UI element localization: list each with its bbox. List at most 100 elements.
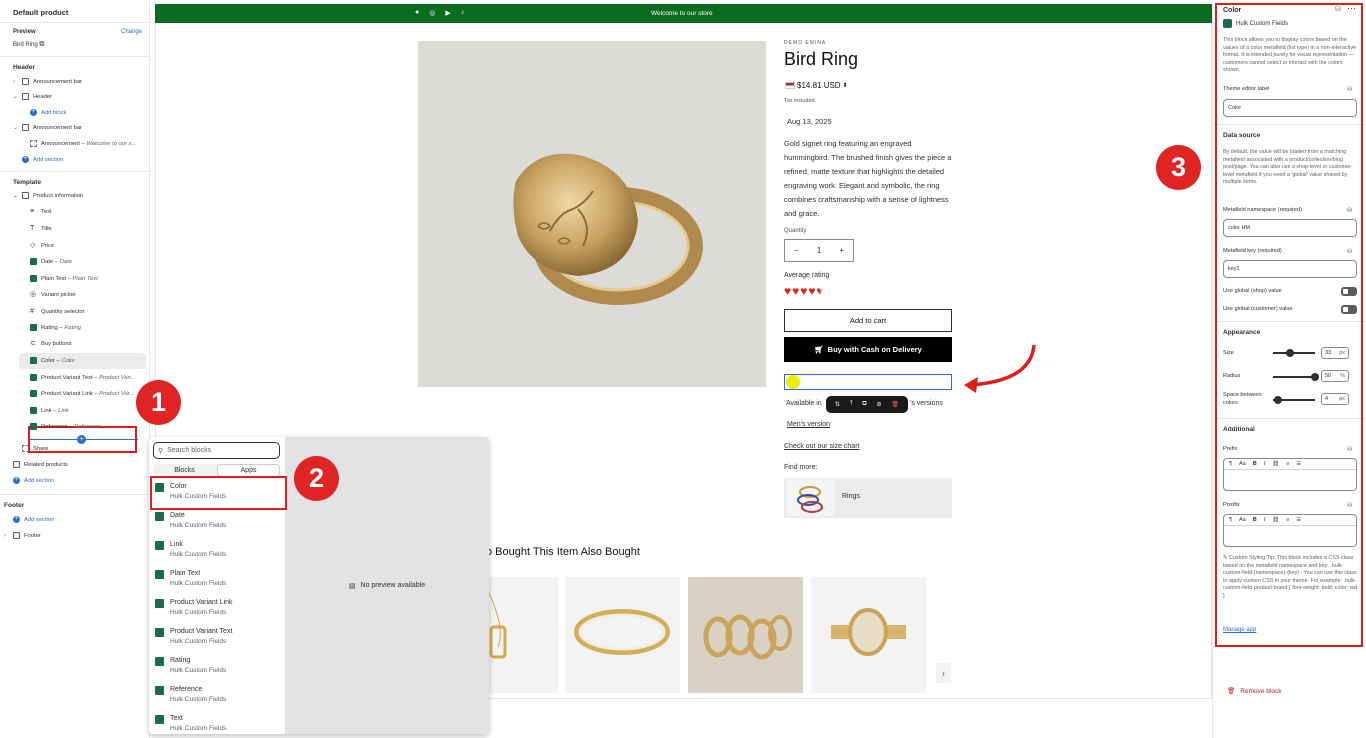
product-image[interactable] <box>418 41 766 387</box>
price-tag-icon: ◇ <box>30 242 36 249</box>
sidebar-item-header[interactable]: ⌄ Header <box>13 93 52 100</box>
item-label: Product information <box>33 192 84 199</box>
sidebar-block-item[interactable]: ◎ Variant picker <box>30 291 76 298</box>
item-label: Add section <box>33 156 64 163</box>
option-sub: Hulk Custom Fields <box>170 551 227 558</box>
popup-block-option[interactable]: Reference Hulk Custom Fields <box>155 686 280 703</box>
product-card-bangle[interactable] <box>565 577 680 693</box>
footer-section-title: Footer <box>4 502 25 509</box>
carousel-next-button[interactable]: › <box>936 663 951 683</box>
add-section-template-button[interactable]: + Add section <box>13 477 54 484</box>
sidebar-item-announcement[interactable]: Announcement – Welcome to our s... <box>30 140 136 147</box>
popup-block-option[interactable]: Date Hulk Custom Fields <box>155 512 280 529</box>
popup-block-option[interactable]: Product Variant Text Hulk Custom Fields <box>155 628 280 645</box>
item-label: Announcement bar <box>33 124 82 131</box>
template-title: Default product <box>13 8 69 17</box>
block-label: Variant picker <box>41 291 77 298</box>
sidebar-item-footer[interactable]: › Footer <box>4 532 41 539</box>
step-badge-1: 1 <box>136 380 181 425</box>
duplicate-icon[interactable]: ⧉ <box>862 401 866 408</box>
sidebar-block-item[interactable]: Date – Date <box>30 258 72 265</box>
quantity-stepper[interactable]: − 1 + <box>784 239 854 262</box>
select-parent-icon[interactable]: ⤒ <box>850 401 853 408</box>
delete-icon[interactable]: 🗑︎ <box>891 401 899 408</box>
sidebar-block-item[interactable]: T Title <box>30 225 52 232</box>
sidebar-block-item[interactable]: # Quantity selector <box>30 308 85 315</box>
sidebar-block-item[interactable]: Plain Text – Plain Text <box>30 275 98 282</box>
product-card-rings-set[interactable] <box>688 577 803 693</box>
sidebar-item-announcement-bar-2[interactable]: ⌄ Announcement bar <box>13 124 82 131</box>
preview-product-name: Bird Ring <box>13 42 38 48</box>
product-vendor: DEMO EMINA <box>784 40 827 46</box>
popup-block-option[interactable]: Text Hulk Custom Fields <box>155 715 280 732</box>
popup-block-option[interactable]: Link Hulk Custom Fields <box>155 541 280 558</box>
size-chart-link[interactable]: Check out our size chart <box>784 443 859 450</box>
block-sub-label: Date <box>59 258 72 265</box>
chevron-right-icon: › <box>13 78 15 85</box>
sidebar-block-item[interactable]: ◇ Price <box>30 242 54 249</box>
find-more-card[interactable]: Rings <box>784 478 952 518</box>
block-label: Rating <box>41 324 58 331</box>
remove-block-button[interactable]: 🗑︎ Remove block <box>1227 687 1281 696</box>
popup-block-option[interactable]: Rating Hulk Custom Fields <box>155 657 280 674</box>
add-section-header-button[interactable]: + Add section <box>22 156 63 163</box>
quantity-value[interactable]: 1 <box>817 246 821 255</box>
currency-chevron-icon[interactable]: ⬍ <box>843 82 848 89</box>
sidebar-item-product-information[interactable]: ⌄ Product information <box>13 192 83 199</box>
rings-illustration <box>797 486 823 513</box>
tiktok-icon[interactable]: ♪ <box>461 9 465 17</box>
change-link[interactable]: Change <box>121 29 142 35</box>
preview-label: Preview <box>13 29 36 35</box>
youtube-icon[interactable]: ▶ <box>445 9 450 17</box>
app-block-icon <box>155 628 164 637</box>
rating-label: Average rating <box>784 272 830 279</box>
quantity-minus-button[interactable]: − <box>794 246 799 255</box>
sidebar-block-item[interactable]: Color – Color <box>30 357 75 364</box>
sidebar-block-item[interactable]: ≡ Text <box>30 208 52 215</box>
sidebar-block-item[interactable]: Reference – Reference <box>30 423 101 430</box>
app-block-icon <box>30 407 37 414</box>
popup-block-option[interactable]: Product Variant Link Hulk Custom Fields <box>155 599 280 616</box>
option-sub: Hulk Custom Fields <box>170 522 227 529</box>
block-label: Color <box>41 357 55 364</box>
sidebar-item-announcement-bar[interactable]: › Announcement bar <box>13 78 82 85</box>
facebook-icon[interactable]: ● <box>415 9 419 17</box>
hide-icon[interactable]: ⊘ <box>876 401 881 408</box>
chevron-right-icon: › <box>4 532 6 539</box>
chevron-down-icon: ⌄ <box>13 193 19 199</box>
add-to-cart-button[interactable]: Add to cart <box>784 309 952 332</box>
color-block-selected[interactable] <box>784 374 952 390</box>
option-name: Link <box>170 541 183 548</box>
sidebar-item-related-products[interactable]: Related products <box>13 461 68 468</box>
section-icon <box>22 124 29 131</box>
sidebar-block-item[interactable]: Product Variant Text – Product Vari... <box>30 374 136 381</box>
heart-icon: ♥ <box>808 284 816 298</box>
search-blocks-input[interactable]: ⚲ Search blocks <box>153 442 280 459</box>
buy-cod-button[interactable]: 🛒︎ Buy with Cash on Delivery <box>784 337 952 362</box>
image-placeholder-icon: ▤ <box>348 582 356 590</box>
mens-version-link[interactable]: Men's version <box>787 421 830 428</box>
add-block-button[interactable]: + Add block <box>30 109 66 116</box>
sidebar-block-item[interactable]: Product Variant Link – Product Var... <box>30 390 134 397</box>
section-icon <box>13 532 20 539</box>
move-icon[interactable]: ⇅ <box>835 401 840 408</box>
preview-product[interactable]: Bird Ring ⧉ <box>13 41 44 49</box>
popup-block-option[interactable]: Plain Text Hulk Custom Fields <box>155 570 280 587</box>
app-block-icon <box>30 324 37 331</box>
highlight-box-2 <box>150 476 287 510</box>
hash-icon: # <box>30 308 34 315</box>
instagram-icon[interactable]: ◎ <box>429 9 435 17</box>
sidebar-block-item[interactable]: ⊂ Buy buttons <box>30 340 72 347</box>
product-card-necklace[interactable] <box>485 577 558 693</box>
quantity-plus-button[interactable]: + <box>839 246 844 255</box>
find-more-label: Find more: <box>784 464 818 471</box>
product-card-watch[interactable] <box>811 577 926 693</box>
plus-circle-icon: + <box>30 109 37 116</box>
add-section-footer-button[interactable]: + Add section <box>13 516 54 523</box>
sidebar-block-item[interactable]: Rating – Rating <box>30 324 81 331</box>
product-price: $14.81 USD ⬍ <box>785 81 848 90</box>
section-icon <box>22 93 29 100</box>
sidebar-block-item[interactable]: Link – Link <box>30 407 69 414</box>
divider <box>0 171 150 172</box>
block-label: Text <box>41 208 52 215</box>
